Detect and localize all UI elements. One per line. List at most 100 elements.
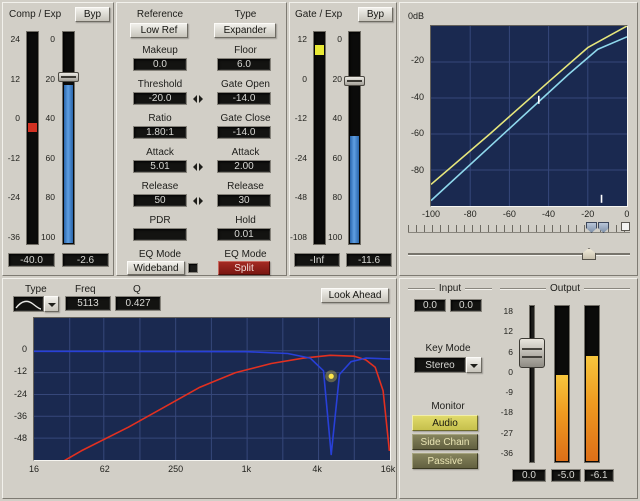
gate-threshold-readout[interactable]: -Inf [294,253,340,267]
scale-label: 12 [290,35,310,43]
freq-value[interactable]: 5113 [65,296,111,311]
eq-mode-split-button[interactable]: Split [218,261,270,275]
transfer-graph-panel: 0dB -20-40-60-80 -100-80-60-40-200 [399,2,638,276]
look-ahead-button[interactable]: Look Ahead [321,288,389,303]
gate-level-marker [315,45,324,55]
threshold-value[interactable]: -20.0 [133,92,187,105]
eq-mode-link-indicator[interactable] [188,263,198,273]
output-scale: 181260-9-18-27-36 [492,307,516,457]
comp-fader-handle[interactable] [58,72,79,82]
scale-label: -36 [3,233,23,241]
scale-label: 100 [328,233,345,241]
spin-left-icon [193,163,197,171]
gate-fader-scale: 020406080100 [328,35,345,241]
gate-gain-readout[interactable]: -11.6 [346,253,392,267]
scale-label: 16 [21,464,47,474]
q-value[interactable]: 0.427 [115,296,161,311]
gate-close-label: Gate Close [203,113,288,124]
divider [465,288,492,290]
key-mode-value[interactable]: Stereo [414,357,466,373]
slider-reset-box[interactable] [621,222,630,231]
scale-label: 80 [41,193,58,201]
type-expander-button[interactable]: Expander [214,23,276,38]
output-meter-left-readout[interactable]: -5.0 [551,469,581,482]
scale-label: 40 [41,114,58,122]
scale-label: 12 [492,327,516,335]
gate-fader-handle[interactable] [344,76,365,86]
eq-graph [33,317,391,461]
eq-plot[interactable] [34,318,390,460]
input-header: Input [408,283,492,294]
makeup-slider-track[interactable] [408,253,630,256]
release-link-spinner[interactable] [193,197,203,205]
eq-mode-wideband-button[interactable]: Wideband [127,261,185,275]
output-fader-readout[interactable]: 0.0 [512,469,546,482]
makeup-value[interactable]: 0.0 [133,58,187,71]
gate-attack-value[interactable]: 2.00 [217,160,271,173]
transfer-graph [430,25,628,207]
input-header-label: Input [439,283,461,294]
scale-label: 20 [41,75,58,83]
scale-label: -12 [5,367,30,375]
attack-value[interactable]: 5.01 [133,160,187,173]
chevron-down-icon [48,303,56,307]
spin-right-icon [199,95,203,103]
spin-left-icon [193,197,197,205]
comp-fader-scale: 020406080100 [41,35,58,241]
hold-value[interactable]: 0.01 [217,228,271,241]
comp-fader [58,31,79,245]
low-ref-button[interactable]: Low Ref [130,23,188,38]
attack-link-spinner[interactable] [193,163,203,171]
scale-label: 16k [375,464,401,474]
zero-db-label: 0dB [408,11,424,21]
transfer-plot[interactable] [431,26,627,206]
gate-bypass-button[interactable]: Byp [358,7,393,22]
gate-exp-title: Gate / Exp [295,9,342,20]
scale-label: -9 [492,388,516,396]
monitor-label: Monitor [404,401,492,412]
output-meter-right-fill [586,356,598,461]
scale-label: 18 [492,307,516,315]
output-fader-handle[interactable] [519,338,545,368]
gate-release-label: Release [203,181,288,192]
threshold-label: Threshold [117,79,203,90]
threshold-link-spinner[interactable] [193,95,203,103]
key-mode-dropdown-button[interactable] [466,357,482,373]
gate-fader [344,31,365,245]
output-meter-right-readout[interactable]: -6.1 [584,469,614,482]
gate-key-meter [313,31,326,245]
scale-label: 6 [492,348,516,356]
makeup-slider-handle[interactable] [582,248,596,260]
ratio-label: Ratio [117,113,203,124]
input-gain-left-value[interactable]: 0.0 [414,299,446,312]
comp-bypass-button[interactable]: Byp [75,7,110,22]
release-value[interactable]: 50 [133,194,187,207]
monitor-audio-button[interactable]: Audio [412,415,478,431]
scale-label: -108 [290,233,310,241]
scale-label: 12 [3,75,23,83]
filter-type-display[interactable] [13,296,44,312]
gate-open-value[interactable]: -14.0 [217,92,271,105]
gate-close-value[interactable]: -14.0 [217,126,271,139]
floor-value[interactable]: 6.0 [217,58,271,71]
pdr-value[interactable] [133,228,187,241]
scale-label: 60 [41,154,58,162]
comp-threshold-readout[interactable]: -40.0 [8,253,55,267]
gate-release-value[interactable]: 30 [217,194,271,207]
gate-meter-scale: 120-12-24-48-108 [290,35,310,241]
scale-label: 80 [328,193,345,201]
comp-exp-panel: Comp / Exp Byp 24120-12-24-36 0204060801… [2,2,114,276]
monitor-side-chain-button[interactable]: Side Chain [412,434,478,450]
scale-label: -24 [290,154,310,162]
scale-label: -80 [457,209,483,219]
output-header-label: Output [550,283,580,294]
ratio-value[interactable]: 1.80:1 [133,126,187,139]
filter-type-dropdown-button[interactable] [44,296,59,312]
gate-attack-label: Attack [203,147,288,158]
input-gain-right-value[interactable]: 0.0 [450,299,482,312]
monitor-passive-button[interactable]: Passive [412,453,478,469]
comp-gain-readout[interactable]: -2.6 [62,253,109,267]
key-mode-label: Key Mode [404,343,492,354]
scale-label: 0 [614,209,640,219]
eq-point-handle[interactable] [329,374,334,379]
